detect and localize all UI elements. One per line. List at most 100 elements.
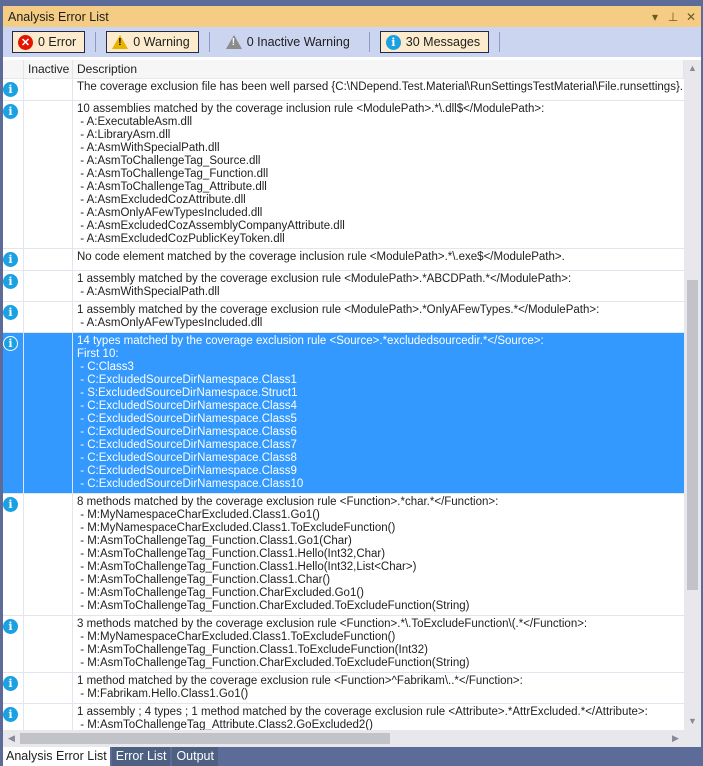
grid-rows: i The coverage exclusion file has been we…	[3, 79, 684, 730]
info-icon: i	[3, 82, 18, 97]
description-line: - C:ExcludedSourceDirNamespace.Class4	[77, 400, 297, 412]
info-icon: i	[3, 305, 18, 320]
table-row[interactable]: i 1 assembly ; 4 types ; 1 method matched…	[3, 704, 684, 730]
description-line: - M:MyNamespaceCharExcluded.Class1.Go1()	[77, 509, 320, 521]
description-cell: 8 methods matched by the coverage exclus…	[73, 494, 684, 615]
description-line: - C:ExcludedSourceDirNamespace.Class7	[77, 439, 297, 451]
description-line: - C:ExcludedSourceDirNamespace.Class8	[77, 452, 297, 464]
table-row[interactable]: i 1 assembly matched by the coverage excl…	[3, 271, 684, 302]
table-row[interactable]: i 3 methods matched by the coverage exclu…	[3, 616, 684, 673]
inactive-warning-filter-label: 0 Inactive Warning	[246, 35, 350, 49]
description-line: - C:ExcludedSourceDirNamespace.Class1	[77, 374, 297, 386]
separator	[208, 32, 210, 52]
description-line: - M:AsmToChallengeTag_Attribute.Class2.G…	[77, 719, 373, 730]
inactive-cell	[24, 101, 73, 248]
description-cell: 1 method matched by the coverage exclusi…	[73, 673, 684, 703]
warning-filter-button[interactable]: ! 0 Warning	[106, 31, 199, 53]
description-line: - A:AsmToChallengeTag_Attribute.dll	[77, 181, 267, 193]
icon-cell: i	[3, 249, 24, 270]
table-row[interactable]: i 1 assembly matched by the coverage excl…	[3, 302, 684, 333]
description-line: - A:LibraryAsm.dll	[77, 129, 171, 141]
info-icon: i	[385, 34, 401, 50]
scroll-up-icon[interactable]: ▲	[684, 60, 701, 77]
vertical-scrollbar[interactable]: ▲ ▼	[684, 60, 701, 730]
messages-filter-button[interactable]: i 30 Messages	[379, 31, 490, 53]
description-line: - C:ExcludedSourceDirNamespace.Class6	[77, 426, 297, 438]
scroll-left-icon[interactable]: ◀	[3, 730, 20, 747]
table-row[interactable]: i 10 assemblies matched by the coverage i…	[3, 101, 684, 249]
description-line: - A:ExecutableAsm.dll	[77, 116, 193, 128]
description-line: 8 methods matched by the coverage exclus…	[77, 496, 499, 508]
info-icon: i	[3, 676, 18, 691]
description-cell: 14 types matched by the coverage exclusi…	[73, 333, 684, 493]
description-line: - A:AsmExcludedCozAssemblyCompanyAttribu…	[77, 220, 345, 232]
description-cell: The coverage exclusion file has been wel…	[73, 79, 684, 100]
description-cell: 1 assembly ; 4 types ; 1 method matched …	[73, 704, 684, 730]
tab-output[interactable]: Output	[172, 747, 218, 766]
description-line: - M:AsmToChallengeTag_Function.CharExclu…	[77, 657, 470, 669]
scroll-down-icon[interactable]: ▼	[684, 713, 701, 730]
description-line: - C:ExcludedSourceDirNamespace.Class9	[77, 465, 297, 477]
tab-analysis-error-list[interactable]: Analysis Error List	[3, 747, 110, 766]
info-icon: i	[3, 619, 18, 634]
inactive-warning-filter-button[interactable]: ! 0 Inactive Warning	[220, 31, 359, 53]
messages-filter-label: 30 Messages	[405, 35, 481, 49]
description-line: - M:MyNamespaceCharExcluded.Class1.ToExc…	[77, 522, 396, 534]
icon-cell: i	[3, 302, 24, 332]
description-line: - C:ExcludedSourceDirNamespace.Class5	[77, 413, 297, 425]
scroll-corner	[684, 730, 701, 747]
column-header-icon[interactable]	[3, 60, 24, 79]
description-line: - C:ExcludedSourceDirNamespace.Class10	[77, 478, 304, 490]
inactive-cell	[24, 616, 73, 672]
separator	[95, 32, 97, 52]
inactive-cell	[24, 79, 73, 100]
description-line: - C:Class3	[77, 361, 134, 373]
tab-error-list[interactable]: Error List	[111, 747, 171, 766]
description-line: - A:AsmWithSpecialPath.dll	[77, 286, 220, 298]
horizontal-scroll-thumb[interactable]	[20, 733, 390, 744]
dropdown-icon[interactable]: ▾	[647, 10, 663, 24]
message-grid: Inactive Description i The coverage exclu…	[3, 60, 684, 730]
description-line: - S:ExcludedSourceDirNamespace.Struct1	[77, 387, 298, 399]
description-line: - M:AsmToChallengeTag_Function.Class1.He…	[77, 548, 386, 560]
window-title: Analysis Error List	[8, 9, 109, 24]
description-cell: 3 methods matched by the coverage exclus…	[73, 616, 684, 672]
table-row[interactable]: i 8 methods matched by the coverage exclu…	[3, 494, 684, 616]
horizontal-scrollbar[interactable]: ◀ ▶	[3, 730, 684, 747]
description-line: - M:AsmToChallengeTag_Function.Class1.He…	[77, 561, 417, 573]
icon-cell: i	[3, 616, 24, 672]
error-icon: ✕	[18, 34, 33, 50]
error-filter-button[interactable]: ✕ 0 Error	[12, 31, 86, 53]
inactive-warning-icon: !	[225, 35, 242, 49]
info-icon: i	[3, 707, 18, 722]
description-line: - A:AsmOnlyAFewTypesIncluded.dll	[77, 317, 263, 329]
close-icon[interactable]: ✕	[683, 10, 699, 24]
description-line: 1 assembly matched by the coverage exclu…	[77, 273, 572, 285]
description-line: First 10:	[77, 348, 119, 360]
grid-header: Inactive Description	[3, 60, 684, 79]
inactive-cell	[24, 333, 73, 493]
description-line: - M:AsmToChallengeTag_Function.Class1.Ch…	[77, 574, 331, 586]
vertical-scroll-thumb[interactable]	[687, 280, 698, 590]
table-row[interactable]: i No code element matched by the coverage…	[3, 249, 684, 271]
description-line: - M:AsmToChallengeTag_Function.CharExclu…	[77, 600, 470, 612]
inactive-cell	[24, 494, 73, 615]
column-header-description[interactable]: Description	[73, 60, 684, 79]
description-line: - A:AsmToChallengeTag_Function.dll	[77, 168, 269, 180]
description-line: - A:AsmWithSpecialPath.dll	[77, 142, 220, 154]
table-row[interactable]: i The coverage exclusion file has been we…	[3, 79, 684, 101]
pin-icon[interactable]: ⊥	[665, 10, 681, 24]
info-icon: i	[3, 104, 18, 119]
inactive-cell	[24, 704, 73, 730]
table-row[interactable]: i 1 method matched by the coverage exclus…	[3, 673, 684, 704]
inactive-cell	[24, 673, 73, 703]
scroll-right-icon[interactable]: ▶	[667, 730, 684, 747]
description-line: 1 assembly ; 4 types ; 1 method matched …	[77, 706, 648, 718]
description-line: 14 types matched by the coverage exclusi…	[77, 335, 544, 347]
description-line: 1 assembly matched by the coverage exclu…	[77, 304, 600, 316]
table-row[interactable]: i 14 types matched by the coverage exclus…	[3, 333, 684, 494]
description-line: - M:AsmToChallengeTag_Function.Class1.Go…	[77, 535, 352, 547]
column-header-inactive[interactable]: Inactive	[24, 60, 73, 79]
description-line: - M:AsmToChallengeTag_Function.Class1.To…	[77, 644, 428, 656]
separator	[368, 32, 370, 52]
